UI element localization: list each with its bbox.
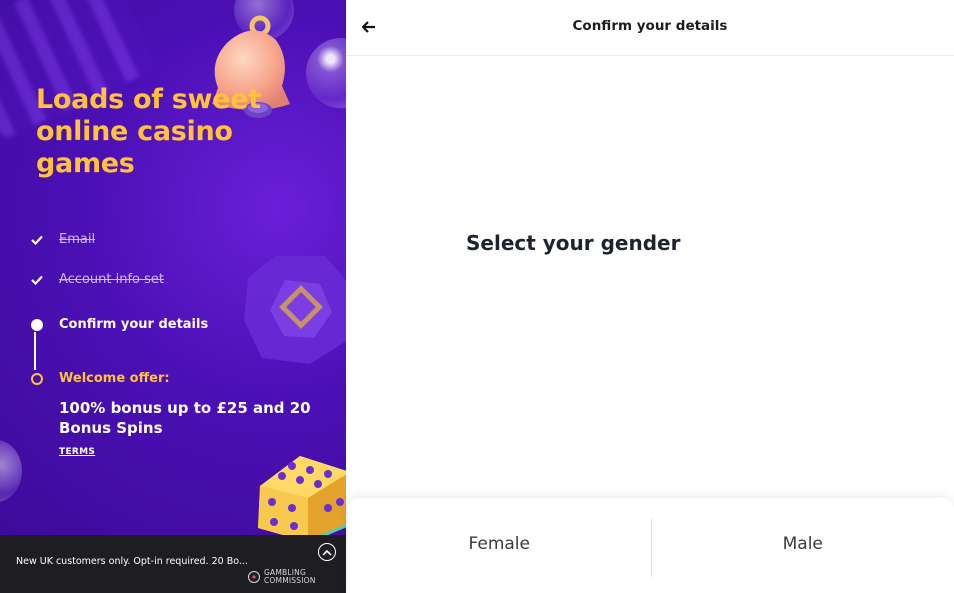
terms-link[interactable]: TERMS xyxy=(59,447,95,457)
expand-disclaimer-button[interactable] xyxy=(318,543,336,561)
gambling-commission-icon xyxy=(248,571,260,583)
gender-option-male[interactable]: Male xyxy=(652,498,954,593)
gambling-commission-logo: GAMBLING COMMISSION xyxy=(248,569,316,585)
promo-panel: Loads of sweet online casino games Email… xyxy=(0,0,346,593)
step-email: Email xyxy=(30,232,95,247)
casino-chip-icon xyxy=(244,256,346,364)
step-label: Email xyxy=(59,232,96,247)
decorative-bubble xyxy=(0,440,22,502)
form-header: Confirm your details xyxy=(346,0,954,56)
chevron-up-icon xyxy=(322,549,332,556)
regulator-line-2: COMMISSION xyxy=(264,576,316,585)
offer-description: 100% bonus up to £25 and 20 Bonus Spins xyxy=(59,399,311,437)
step-confirm-details: Confirm your details xyxy=(30,317,208,332)
gender-question: Select your gender xyxy=(466,231,681,255)
current-step-dot-icon xyxy=(30,318,44,332)
check-icon xyxy=(30,233,44,247)
step-label: Confirm your details xyxy=(59,317,209,332)
upcoming-step-ring-icon xyxy=(30,372,44,386)
disclaimer-text: New UK customers only. Opt-in required. … xyxy=(16,556,248,567)
gender-option-female[interactable]: Female xyxy=(348,498,651,593)
gender-options: Female Male xyxy=(348,498,954,593)
decorative-bubble xyxy=(306,38,346,108)
step-label: Account info set xyxy=(59,272,165,287)
step-label: Welcome offer: xyxy=(59,371,170,386)
check-icon xyxy=(30,273,44,287)
step-connector xyxy=(34,332,36,370)
step-account-info: Account info set xyxy=(30,272,164,287)
disclaimer-bar: New UK customers only. Opt-in required. … xyxy=(0,535,346,593)
decorative-bubble xyxy=(234,0,294,40)
step-welcome-offer: Welcome offer: xyxy=(30,371,170,386)
page-title: Confirm your details xyxy=(572,18,728,34)
form-panel: Confirm your details Select your gender … xyxy=(346,0,954,593)
promo-headline: Loads of sweet online casino games xyxy=(36,84,261,179)
dice-icon xyxy=(258,456,346,542)
registration-screen: Loads of sweet online casino games Email… xyxy=(0,0,954,593)
